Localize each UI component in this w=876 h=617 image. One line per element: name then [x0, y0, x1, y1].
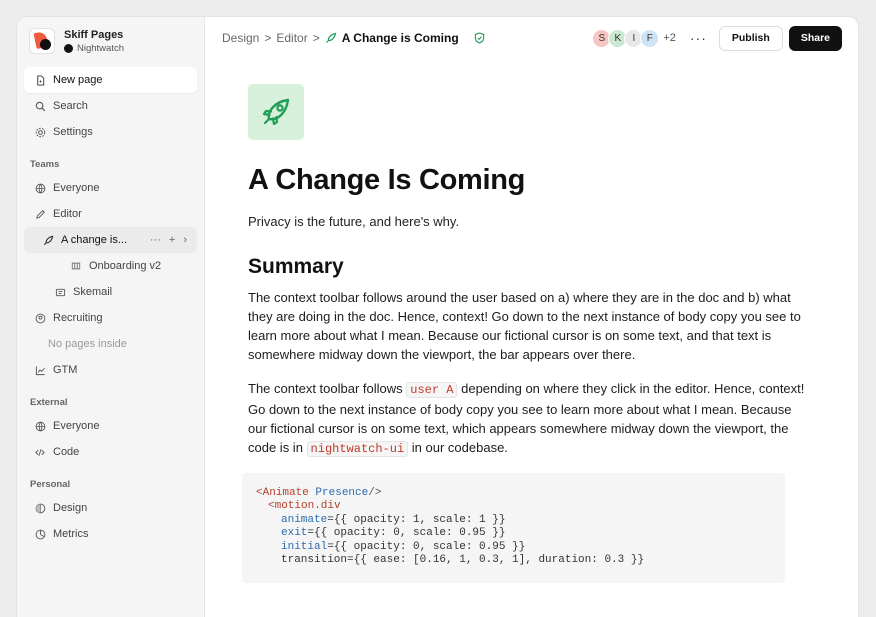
sidebar-item-label: GTM	[53, 364, 78, 376]
chevron-right-icon[interactable]: ›	[183, 234, 187, 246]
sidebar-item-label: A change is...	[61, 234, 128, 246]
code-token: ={{ opacity: 0, scale: 0.95 }}	[327, 540, 526, 553]
workspace-logo	[29, 28, 55, 54]
paragraph-text: The context toolbar follows	[248, 381, 403, 396]
code-token: ={{ opacity: 0, scale: 0.95 }}	[307, 527, 506, 540]
page-emoji-icon[interactable]	[248, 84, 304, 140]
paragraph-text: in our codebase.	[411, 440, 508, 455]
workspace-name: Skiff Pages	[64, 28, 124, 41]
code-token: transition={{ ease: [0.16, 1, 0.3, 1], d…	[281, 554, 645, 567]
workspace-switcher[interactable]: Skiff Pages Nightwatch	[17, 17, 204, 65]
board-icon	[70, 260, 82, 272]
inline-code: nightwatch-ui	[306, 441, 409, 457]
code-token: />	[368, 487, 382, 499]
sidebar-item-gtm[interactable]: GTM	[24, 357, 197, 383]
code-token: animate	[281, 513, 328, 526]
top-bar: Design > Editor > A Change is Coming S K…	[205, 17, 858, 59]
sidebar: Skiff Pages Nightwatch New page Search S…	[17, 17, 205, 617]
more-options-icon[interactable]: ···	[690, 30, 707, 46]
org-icon	[64, 43, 73, 53]
code-token: ={{ opacity: 1, scale: 1 }}	[327, 513, 506, 526]
breadcrumb-editor[interactable]: Editor	[276, 31, 307, 45]
avatar: F	[640, 28, 660, 48]
sidebar-item-editor[interactable]: Editor	[24, 201, 197, 227]
sidebar-item-label: Editor	[53, 208, 82, 220]
document-body[interactable]: A Change Is Coming Privacy is the future…	[242, 84, 808, 583]
more-options-icon[interactable]: ···	[150, 234, 161, 246]
code-block[interactable]: <Animate Presence/> <motion.div animate=…	[242, 473, 785, 583]
rocket-icon	[325, 32, 337, 44]
sidebar-item-label: Everyone	[53, 420, 100, 432]
sidebar-item-label: Metrics	[53, 528, 89, 540]
sidebar-item-design[interactable]: Design	[24, 495, 197, 521]
code-icon	[34, 446, 46, 458]
summary-heading[interactable]: Summary	[248, 255, 808, 279]
share-button[interactable]: Share	[788, 25, 842, 51]
search-label: Search	[53, 100, 88, 112]
document-plus-icon	[34, 74, 46, 86]
breadcrumb-design[interactable]: Design	[222, 31, 259, 45]
body-paragraph-with-code[interactable]: The context toolbar follows user A depen…	[248, 379, 808, 459]
search-icon	[34, 100, 46, 112]
new-page-label: New page	[53, 74, 103, 86]
chart-icon	[34, 364, 46, 376]
breadcrumb: Design > Editor > A Change is Coming	[222, 31, 485, 45]
settings-item[interactable]: Settings	[24, 119, 197, 145]
sidebar-item-everyone[interactable]: Everyone	[24, 175, 197, 201]
palette-icon	[34, 502, 46, 514]
breadcrumb-separator: >	[264, 31, 272, 45]
document-title[interactable]: A Change Is Coming	[248, 164, 808, 197]
sidebar-item-label: Everyone	[53, 182, 100, 194]
sidebar-item-label: Code	[53, 446, 80, 458]
globe-icon	[34, 420, 46, 432]
shield-check-icon	[474, 32, 485, 44]
sidebar-item-skemail[interactable]: Skemail	[24, 279, 197, 305]
inline-code: user A	[406, 382, 458, 398]
rocket-icon	[42, 234, 54, 246]
code-token: initial	[281, 540, 328, 553]
pie-chart-icon	[34, 528, 46, 540]
breadcrumb-separator: >	[312, 31, 320, 45]
code-token: <motion.div	[268, 500, 341, 513]
breadcrumb-current: A Change is Coming	[341, 31, 459, 45]
external-section-label: External	[30, 397, 68, 408]
globe-icon	[34, 182, 46, 194]
sidebar-item-recruiting[interactable]: Recruiting	[24, 305, 197, 331]
sidebar-item-label: Skemail	[73, 286, 113, 298]
body-paragraph[interactable]: The context toolbar follows around the u…	[248, 288, 808, 364]
personal-section-label: Personal	[30, 479, 71, 490]
empty-pages-notice: No pages inside	[24, 331, 197, 357]
sidebar-item-external-everyone[interactable]: Everyone	[24, 413, 197, 439]
org-name: Nightwatch	[77, 42, 124, 54]
sidebar-item-label: Design	[53, 502, 88, 514]
user-circle-icon	[34, 312, 46, 324]
mail-icon	[54, 286, 66, 298]
publish-button[interactable]: Publish	[718, 25, 783, 51]
empty-pages-label: No pages inside	[48, 338, 127, 350]
sidebar-item-onboarding[interactable]: Onboarding v2	[24, 253, 197, 279]
sidebar-item-code[interactable]: Code	[24, 439, 197, 465]
gear-icon	[34, 126, 46, 138]
sidebar-item-metrics[interactable]: Metrics	[24, 521, 197, 547]
sidebar-item-label: Onboarding v2	[89, 260, 162, 272]
search-item[interactable]: Search	[24, 93, 197, 119]
sidebar-item-label: Recruiting	[53, 312, 103, 324]
teams-section-label: Teams	[30, 159, 60, 170]
document-lead[interactable]: Privacy is the future, and here's why.	[248, 214, 808, 229]
collaborator-avatars[interactable]: S K I F +2	[592, 28, 676, 48]
code-token: exit	[281, 527, 308, 540]
sidebar-item-current-page[interactable]: A change is... ··· + ›	[24, 227, 197, 253]
add-subpage-icon[interactable]: +	[169, 234, 175, 246]
settings-label: Settings	[53, 126, 93, 138]
new-page-button[interactable]: New page	[24, 67, 197, 93]
code-token: <Animate	[256, 487, 309, 499]
code-token: Presence	[315, 487, 369, 499]
pencil-icon	[34, 208, 46, 220]
more-collaborators-count: +2	[663, 32, 676, 44]
